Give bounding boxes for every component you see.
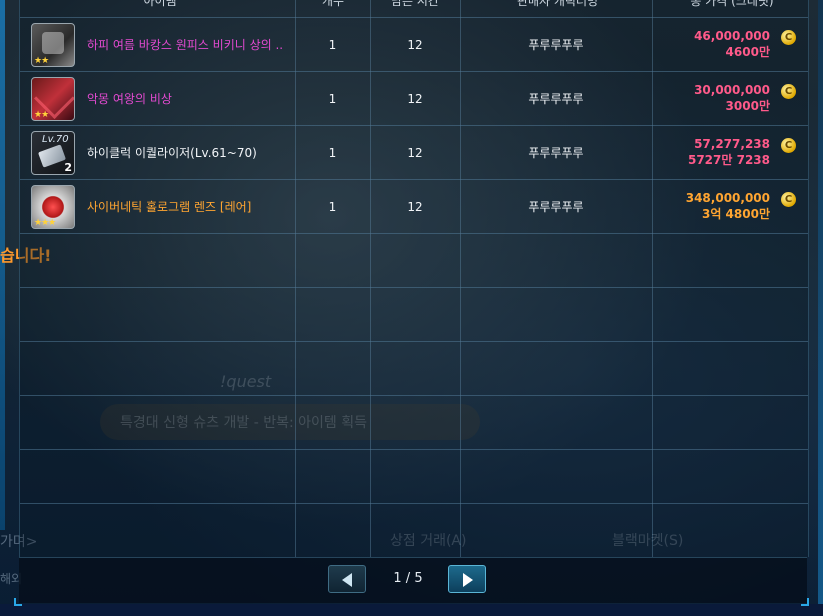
price-korean: 3000만 [725, 99, 770, 113]
item-name: 하이클럭 이퀄라이저(Lv.61~70) [87, 146, 257, 160]
nightmare-queen-item-icon[interactable]: ★★ [31, 77, 75, 121]
header-total-price[interactable]: 총 가격 (크레딧) [657, 0, 807, 9]
background-shop-trade-label: 상점 거래(A) [390, 533, 467, 549]
row-divider [20, 179, 808, 180]
arrow-left-icon [342, 573, 352, 587]
time-left-cell: 12 [407, 200, 423, 214]
price-cell: 46,000,000 4600만 [694, 28, 770, 60]
background-black-market-label: 블랙마켓(S) [612, 533, 684, 549]
time-left-cell: 12 [407, 92, 423, 106]
table-row[interactable]: ★★ 악몽 여왕의 비상 1 12 푸루루푸루 30,000,000 3000만… [20, 73, 808, 125]
background-quest-title: 특경대 신형 슈츠 개발 - 반복: 아이템 획득 [120, 415, 367, 431]
frame-corner [14, 598, 22, 606]
time-left-cell: 12 [407, 146, 423, 160]
prev-page-button[interactable] [328, 565, 366, 593]
table-header: 아이템 개수 남은 시간 판매자 캐릭터명 총 가격 (크레딧) [20, 0, 808, 8]
price-cell: 30,000,000 3000만 [694, 82, 770, 114]
price-value: 30,000,000 [694, 83, 770, 97]
bottom-frame-strip [0, 604, 823, 616]
quantity-cell: 1 [328, 200, 337, 214]
quantity-cell: 1 [328, 92, 337, 106]
credit-coin-icon: C [781, 192, 796, 207]
price-cell: 348,000,000 3억 4800만 [686, 190, 770, 222]
row-divider [20, 503, 808, 504]
right-window-edge [818, 0, 823, 616]
header-item[interactable]: 아이템 [110, 0, 210, 9]
seller-cell: 푸루루푸루 [528, 200, 584, 214]
stack-count: 2 [64, 161, 72, 174]
rarity-stars: ★★★ [34, 218, 56, 228]
quantity-cell: 1 [328, 38, 337, 52]
rarity-stars: ★★ [34, 56, 49, 66]
header-seller[interactable]: 판매자 캐릭터명 [465, 0, 650, 9]
level-tag: Lv.70 [42, 134, 69, 145]
equalizer-item-icon[interactable]: Lv.70 2 [31, 131, 75, 175]
table-row[interactable]: Lv.70 2 하이클럭 이퀄라이저(Lv.61~70) 1 12 푸루루푸루 … [20, 127, 808, 179]
price-korean: 5727만 7238 [687, 153, 770, 167]
price-korean: 3억 4800만 [701, 207, 770, 221]
row-divider [20, 71, 808, 72]
table-row[interactable]: ★★ 하피 여름 바캉스 원피스 비키니 상의 .. 1 12 푸루루푸루 46… [20, 19, 808, 71]
row-divider [20, 17, 808, 18]
row-divider [20, 287, 808, 288]
price-cell: 57,277,238 5727만 7238 [688, 136, 770, 168]
credit-coin-icon: C [781, 30, 796, 45]
rarity-stars: ★★ [34, 110, 49, 120]
item-name: 하피 여름 바캉스 원피스 비키니 상의 .. [87, 38, 284, 52]
hologram-lens-item-icon[interactable]: ★★★ [31, 185, 75, 229]
header-quantity[interactable]: 개수 [303, 0, 363, 9]
item-name: 사이버네틱 홀로그램 렌즈 [레어] [87, 200, 252, 214]
page-indicator: 1 / 5 [393, 571, 423, 586]
credit-coin-icon: C [781, 84, 796, 99]
price-value: 46,000,000 [694, 29, 770, 43]
frame-corner [801, 598, 809, 606]
price-korean: 4600만 [725, 45, 770, 59]
time-left-cell: 12 [407, 38, 423, 52]
swimsuit-item-icon[interactable]: ★★ [31, 23, 75, 67]
seller-cell: 푸루루푸루 [528, 146, 584, 160]
arrow-right-icon [463, 573, 473, 587]
row-divider [20, 341, 808, 342]
item-name: 악몽 여왕의 비상 [87, 92, 172, 106]
price-value: 348,000,000 [685, 191, 770, 205]
next-page-button[interactable] [448, 565, 486, 593]
price-value: 57,277,238 [694, 137, 770, 151]
seller-cell: 푸루루푸루 [528, 92, 584, 106]
seller-cell: 푸루루푸루 [528, 38, 584, 52]
credit-coin-icon: C [781, 138, 796, 153]
row-divider [20, 233, 808, 234]
row-divider [20, 125, 808, 126]
table-row[interactable]: ★★★ 사이버네틱 홀로그램 렌즈 [레어] 1 12 푸루루푸루 348,00… [20, 181, 808, 233]
header-time-left[interactable]: 남은 시간 [375, 0, 455, 9]
row-divider [20, 449, 808, 450]
row-divider [20, 395, 808, 396]
quantity-cell: 1 [328, 146, 337, 160]
market-listing-panel: 아이템 개수 남은 시간 판매자 캐릭터명 총 가격 (크레딧) ★★ 하피 여… [19, 0, 809, 557]
background-quest-logo: !quest [220, 372, 272, 391]
